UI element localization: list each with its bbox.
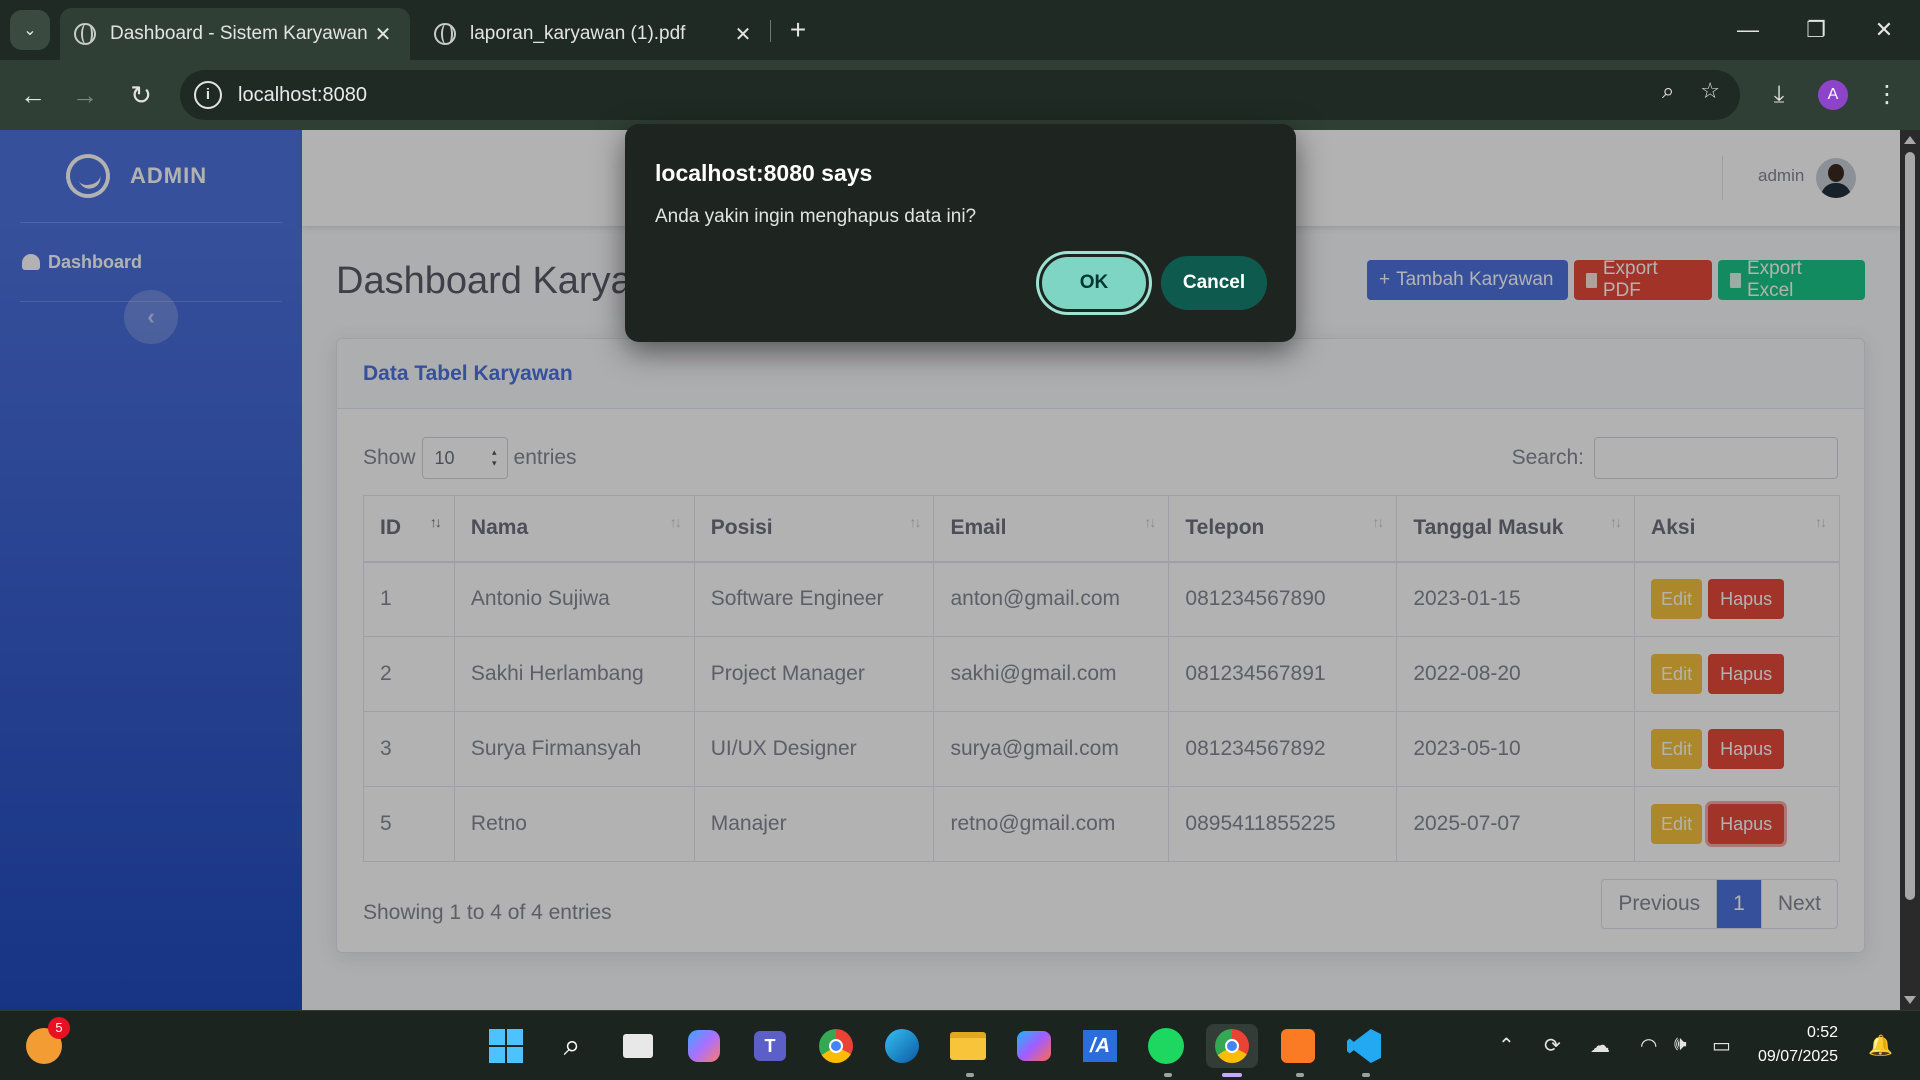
tab-search-button[interactable]: ⌄ — [10, 10, 50, 50]
site-info-icon[interactable]: i — [194, 81, 222, 109]
cancel-button[interactable]: Cancel — [1161, 256, 1267, 310]
running-indicator — [966, 1073, 974, 1077]
teams-icon[interactable]: T — [748, 1024, 792, 1068]
scrollbar-thumb[interactable] — [1905, 152, 1915, 900]
m365-icon[interactable] — [1012, 1024, 1056, 1068]
chrome-profile-icon[interactable] — [1206, 1024, 1258, 1068]
tab-strip: ⌄ Dashboard - Sistem Karyawan ✕ laporan_… — [0, 0, 1920, 60]
close-window-button[interactable]: ✕ — [1854, 10, 1914, 50]
tab-dashboard[interactable]: Dashboard - Sistem Karyawan ✕ — [60, 8, 410, 60]
volume-icon[interactable]: 🕪 — [1674, 1033, 1687, 1056]
edge-icon[interactable] — [880, 1024, 924, 1068]
chevron-down-icon: ⌄ — [23, 22, 37, 39]
ok-button[interactable]: OK — [1039, 254, 1149, 312]
xampp-icon[interactable] — [1276, 1024, 1320, 1068]
tab-title: laporan_karyawan (1).pdf — [470, 23, 686, 44]
system-clock[interactable]: 0:52 09/07/2025 — [1758, 1021, 1838, 1069]
vscode-icon[interactable] — [1342, 1024, 1386, 1068]
active-indicator — [1222, 1073, 1242, 1077]
menu-kebab-icon[interactable]: ⋮ — [1866, 74, 1908, 116]
copilot-icon[interactable] — [682, 1024, 726, 1068]
running-indicator — [1362, 1073, 1370, 1077]
browser-toolbar: ← → ↻ i localhost:8080 ⌕ ☆ ⤓ ⋮ — [0, 60, 1920, 130]
tab-title: Dashboard - Sistem Karyawan — [110, 23, 368, 44]
close-tab-icon[interactable]: ✕ — [370, 22, 396, 47]
back-button[interactable]: ← — [12, 74, 54, 116]
globe-icon — [434, 23, 456, 45]
download-icon[interactable]: ⤓ — [1758, 74, 1800, 116]
clock-time: 0:52 — [1806, 1024, 1839, 1041]
running-indicator — [1164, 1073, 1172, 1077]
dialog-message: Anda yakin ingin menghapus data ini? — [655, 206, 977, 227]
windows-start-icon[interactable] — [484, 1024, 528, 1068]
confirm-dialog: localhost:8080 says Anda yakin ingin men… — [625, 124, 1296, 342]
battery-icon[interactable]: ▭ — [1712, 1033, 1731, 1058]
onedrive-cloud-icon[interactable]: ☁ — [1590, 1033, 1610, 1058]
chevron-up-icon[interactable]: ⌃ — [1498, 1033, 1515, 1058]
scroll-up-icon[interactable] — [1904, 136, 1916, 144]
globe-icon — [74, 23, 96, 45]
task-view-icon[interactable] — [616, 1024, 660, 1068]
minimize-button[interactable]: — — [1718, 10, 1778, 50]
page-scrollbar[interactable] — [1900, 130, 1920, 1010]
azure-data-studio-icon[interactable]: /A — [1078, 1024, 1122, 1068]
wifi-icon[interactable]: ◠ — [1640, 1033, 1657, 1058]
dialog-title: localhost:8080 says — [655, 160, 873, 186]
profile-avatar[interactable]: A — [1818, 80, 1848, 110]
file-explorer-icon[interactable] — [946, 1024, 990, 1068]
close-tab-icon[interactable]: ✕ — [730, 22, 756, 47]
sync-icon[interactable]: ⟳ — [1544, 1033, 1561, 1058]
scroll-down-icon[interactable] — [1904, 996, 1916, 1004]
tab-divider — [770, 20, 771, 42]
new-tab-button[interactable]: + — [780, 12, 816, 48]
search-icon[interactable]: ⌕ — [550, 1024, 594, 1068]
reload-button[interactable]: ↻ — [120, 74, 162, 116]
restore-button[interactable]: ❐ — [1786, 10, 1846, 50]
spotify-icon[interactable] — [1144, 1024, 1188, 1068]
notifications-icon[interactable]: 🔔 — [1868, 1033, 1893, 1058]
url-text[interactable]: localhost:8080 — [238, 84, 367, 107]
tab-pdf[interactable]: laporan_karyawan (1).pdf ✕ — [420, 8, 770, 60]
address-bar[interactable]: i localhost:8080 ⌕ ☆ — [180, 70, 1740, 120]
chrome-icon[interactable] — [814, 1024, 858, 1068]
clock-date: 09/07/2025 — [1758, 1048, 1839, 1065]
running-indicator — [1296, 1073, 1304, 1077]
forward-button[interactable]: → — [64, 74, 106, 116]
taskbar: 5 ⌕ T /A ⌃ ⟳ ☁ ◠ 🕪 ▭ 0:52 09/07/2025 🔔 — [0, 1010, 1920, 1080]
zoom-icon[interactable]: ⌕ — [1662, 78, 1674, 104]
bookmark-star-icon[interactable]: ☆ — [1700, 78, 1720, 104]
notification-badge: 5 — [48, 1017, 70, 1039]
